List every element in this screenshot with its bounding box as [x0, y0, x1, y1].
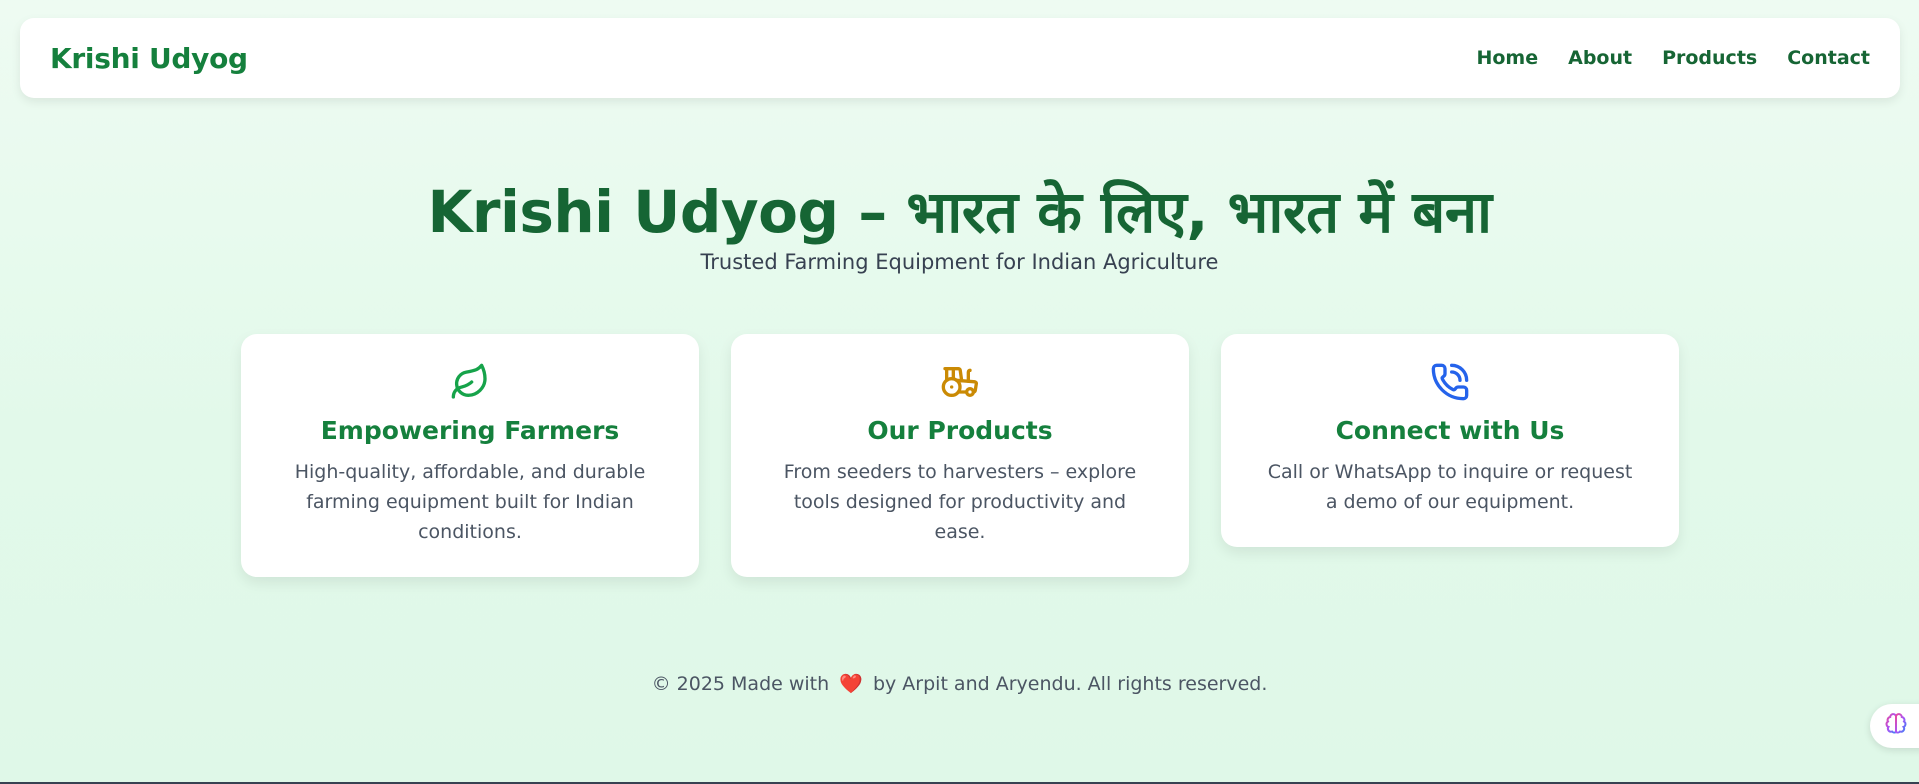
- card-title: Our Products: [867, 416, 1053, 445]
- leaf-icon: [281, 362, 659, 402]
- nav-link-contact[interactable]: Contact: [1787, 47, 1870, 69]
- nav-link-about[interactable]: About: [1568, 47, 1632, 69]
- card-connect-with-us: Connect with Us Call or WhatsApp to inqu…: [1221, 334, 1679, 547]
- hero-subtitle: Trusted Farming Equipment for Indian Agr…: [700, 250, 1219, 274]
- card-text: From seeders to harvesters – explore too…: [783, 461, 1137, 543]
- card-title: Empowering Farmers: [320, 416, 620, 445]
- assistant-button[interactable]: [1870, 704, 1919, 748]
- brain-icon: [1884, 712, 1908, 740]
- heart-icon: ❤️: [839, 673, 863, 695]
- feature-cards: Empowering Farmers High-quality, afforda…: [241, 334, 1679, 577]
- hero-title: Krishi Udyog – भारत के लिए, भारत में बना: [427, 178, 1492, 246]
- card-text: Call or WhatsApp to inquire or request a…: [1267, 461, 1633, 513]
- card-empowering-farmers: Empowering Farmers High-quality, afforda…: [241, 334, 699, 577]
- phone-icon: [1261, 362, 1639, 402]
- navbar: Krishi Udyog Home About Products Contact: [20, 18, 1900, 98]
- footer-suffix: by Arpit and Aryendu. All rights reserve…: [872, 673, 1268, 695]
- card-text: High-quality, affordable, and durable fa…: [294, 461, 646, 543]
- footer: © 2025 Made with ❤️ by Arpit and Aryendu…: [0, 672, 1919, 695]
- tractor-icon: [771, 362, 1149, 402]
- footer-prefix: © 2025 Made with: [651, 673, 830, 695]
- brand-logo[interactable]: Krishi Udyog: [50, 42, 248, 75]
- nav-link-home[interactable]: Home: [1476, 47, 1538, 69]
- nav-links: Home About Products Contact: [1476, 47, 1870, 69]
- card-our-products: Our Products From seeders to harvesters …: [731, 334, 1189, 577]
- nav-link-products[interactable]: Products: [1662, 47, 1757, 69]
- card-title: Connect with Us: [1335, 416, 1565, 445]
- hero-section: Krishi Udyog – भारत के लिए, भारत में बना…: [0, 172, 1919, 274]
